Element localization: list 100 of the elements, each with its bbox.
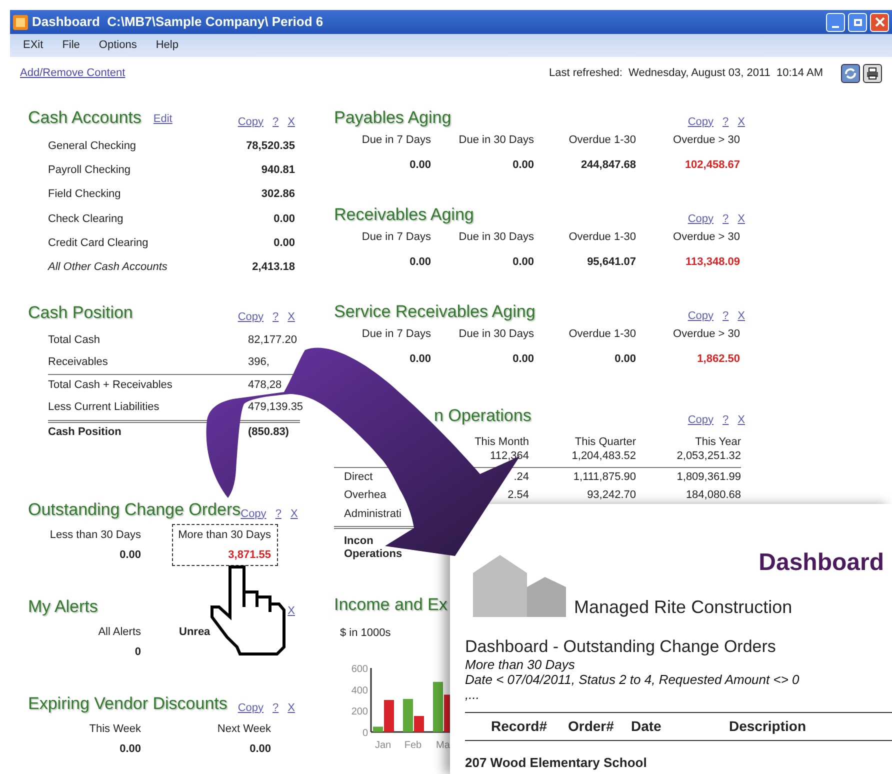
section-link[interactable]: Copy	[238, 308, 264, 325]
row-value: 0.00	[274, 212, 295, 227]
report-group: 207 Wood Elementary School	[465, 755, 647, 771]
section-link[interactable]: Copy	[688, 308, 714, 324]
section-link[interactable]: ?	[722, 210, 729, 227]
print-button[interactable]	[863, 64, 882, 82]
row-label: Check Clearing	[48, 212, 124, 227]
x-tick-label: Ma	[436, 740, 450, 750]
menu-item[interactable]: Options	[98, 37, 137, 54]
section-title: Cash Accounts	[28, 106, 142, 128]
row-value: 2.54	[506, 488, 529, 504]
printer-icon	[866, 66, 879, 80]
row-label: Incon Operations	[343, 535, 404, 561]
section-link[interactable]: X	[738, 412, 745, 428]
row-value: 302.86	[261, 187, 295, 202]
section-link[interactable]: ?	[722, 308, 729, 324]
section-link[interactable]: Copy	[238, 700, 264, 716]
section-link[interactable]: Copy	[240, 506, 266, 522]
section-link[interactable]: X	[290, 506, 298, 522]
row-label: Receivables	[48, 354, 108, 370]
close-button[interactable]	[870, 12, 889, 32]
column-value: 0.00	[120, 742, 141, 756]
restore-button[interactable]	[848, 12, 867, 32]
report-title: Dashboard - Outstanding Change Orders	[465, 637, 777, 657]
column-header: Overdue > 30	[672, 133, 740, 148]
y-tick-label: 0	[362, 728, 368, 738]
row-value: 2,053,251.32	[676, 449, 741, 464]
report-criteria: Date < 07/04/2011, Status 2 to 4, Requested Amount <> 0 ,...	[465, 672, 800, 702]
section-title: Outstanding Change Orders	[28, 498, 241, 520]
column-header: Overdue 1-30	[568, 133, 636, 148]
report-column-header: Record#	[490, 717, 547, 736]
company-name: Managed Rite Construction	[574, 596, 792, 619]
column-header: This Quarter	[574, 435, 636, 450]
y-tick-label: 200	[351, 706, 368, 718]
row-label: Administrati	[343, 508, 402, 521]
section-title: Service Receivables Aging	[334, 300, 536, 322]
row-value: 184,080.68	[684, 488, 741, 504]
section-link[interactable]: Copy	[238, 114, 264, 130]
row-label: General Checking	[48, 138, 136, 154]
section-link[interactable]: ?	[272, 114, 279, 130]
close-icon	[874, 17, 884, 27]
column-value: 0.00	[512, 352, 534, 366]
y-tick-label: 600	[351, 664, 368, 674]
refresh-icon	[844, 66, 857, 80]
column-value: 3,871.55	[228, 548, 271, 562]
column-header: Overdue > 30	[672, 327, 740, 342]
column-value: 113,348.09	[684, 254, 740, 270]
report-column-header: Date	[631, 717, 662, 736]
column-value: 0.00	[512, 254, 534, 270]
section-link[interactable]: ?	[272, 700, 279, 716]
section-link[interactable]: ?	[722, 114, 729, 130]
section-link[interactable]: X	[288, 602, 295, 619]
section-link[interactable]: Copy	[688, 114, 714, 130]
report-heading: Dashboard	[758, 549, 884, 577]
section-link[interactable]: X	[738, 210, 745, 227]
column-header: Due in 7 Days	[360, 230, 431, 245]
section-link[interactable]: X	[288, 114, 295, 130]
section-link[interactable]: X	[288, 308, 295, 325]
minimize-button[interactable]	[826, 12, 845, 32]
row-value: 478,28	[248, 378, 283, 394]
section-link[interactable]: Copy	[688, 412, 714, 428]
report-column-header: Description	[729, 717, 808, 736]
column-header: Due in 7 Days	[360, 327, 431, 342]
x-tick-label: Feb	[404, 740, 422, 750]
last-refreshed: Last refreshed: Wednesday, August 03, 2011 10:14 AM	[549, 66, 823, 81]
section-title: Expiring Vendor Discounts	[28, 692, 228, 714]
column-value: 102,458.67	[684, 158, 740, 172]
row-value: 78,520.35	[246, 138, 295, 154]
section-link[interactable]: ?	[272, 308, 279, 325]
column-header: More than 30 Days	[178, 528, 271, 543]
column-header: Due in 7 Days	[360, 133, 431, 148]
row-label: Field Checking	[48, 187, 121, 202]
house-logo-icon	[470, 555, 566, 617]
section-link[interactable]: Copy	[688, 210, 714, 227]
add-remove-link[interactable]: Add/Remove Content	[20, 64, 126, 82]
row-value: 82,177.20	[248, 332, 298, 348]
row-label: Cash Position	[48, 425, 122, 440]
menu-item[interactable]: File	[62, 37, 80, 54]
section-link[interactable]: ?	[275, 506, 282, 522]
y-tick-label: 400	[351, 684, 368, 696]
section-link[interactable]: X	[288, 700, 295, 716]
chart-unit: $ in 1000s	[340, 626, 391, 641]
menu-item[interactable]: Help	[156, 37, 178, 54]
row-label: Direct	[343, 470, 374, 484]
row-value: 396,	[248, 354, 270, 370]
section-link[interactable]: X	[738, 308, 745, 324]
section-link[interactable]: X	[738, 114, 745, 130]
row-label: Overhea	[343, 489, 388, 502]
column-value: 0	[134, 644, 141, 660]
column-value: 244,847.68	[580, 158, 636, 172]
section-title: n Operations	[433, 404, 532, 426]
row-value: (850.83)	[248, 425, 290, 440]
section-link[interactable]: ?	[722, 412, 729, 428]
window-title: Dashboard C:\MB7\Sample Company\ Period 6	[32, 13, 324, 32]
edit-link[interactable]: Edit	[153, 110, 172, 127]
column-header: This Year	[694, 435, 741, 450]
refresh-button[interactable]	[841, 64, 860, 82]
column-value: 0.00	[408, 352, 431, 366]
row-value: 1,809,361.99	[676, 470, 741, 485]
menu-item[interactable]: EXit	[23, 37, 44, 54]
